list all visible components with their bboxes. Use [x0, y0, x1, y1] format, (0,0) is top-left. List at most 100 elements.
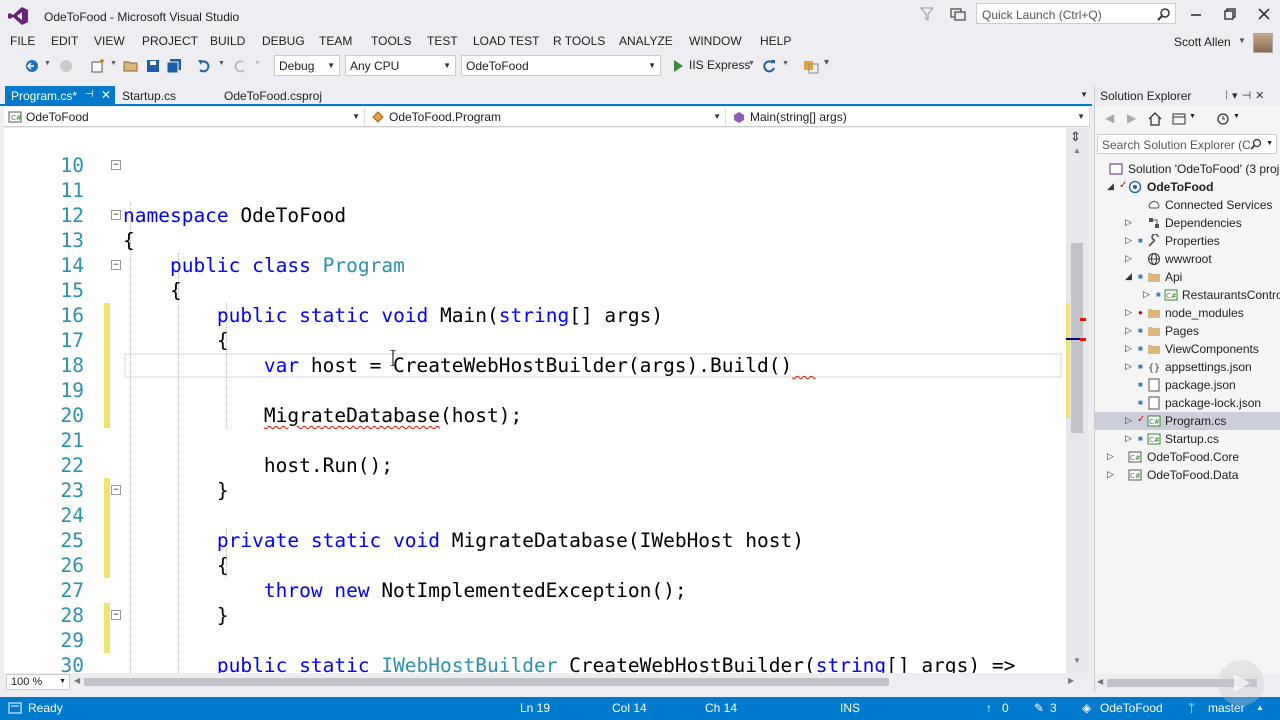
tab-odetofood-csproj[interactable]: OdeToFood.csproj: [218, 86, 338, 106]
tree-item-startup-cs[interactable]: ▷ ■ C# Startup.cs: [1095, 430, 1280, 448]
tree-item-project-odetofood[interactable]: ◢ ✓ OdeToFood: [1095, 178, 1280, 196]
collapsed-arrow-icon[interactable]: ▷: [1107, 451, 1114, 462]
tree-item-solution[interactable]: Solution 'OdeToFood' (3 projects): [1095, 160, 1280, 178]
search-icon[interactable]: [1250, 138, 1262, 150]
chevron-up-icon[interactable]: ▲: [1256, 703, 1264, 712]
tree-item-wwwroot[interactable]: ▷ wwwroot: [1095, 250, 1280, 268]
chevron-down-icon[interactable]: ▼: [1266, 140, 1273, 147]
navigate-back-icon[interactable]: [24, 58, 40, 74]
configuration-select[interactable]: Debug ▼: [274, 55, 340, 76]
pending-changes-count[interactable]: 3: [1050, 701, 1057, 715]
user-name[interactable]: Scott Allen: [1174, 35, 1231, 49]
menu-window[interactable]: WINDOW: [687, 34, 744, 48]
expanded-arrow-icon[interactable]: ◢: [1125, 271, 1132, 282]
solution-search-input[interactable]: Search Solution Explorer (C ▼: [1097, 134, 1277, 154]
menu-file[interactable]: FILE: [8, 34, 37, 48]
chevron-down-icon[interactable]: ▼: [1189, 113, 1196, 120]
collapsed-arrow-icon[interactable]: ▷: [1125, 415, 1132, 426]
chevron-down-icon[interactable]: ▼: [44, 60, 51, 67]
menu-analyze[interactable]: ANALYZE: [617, 34, 675, 48]
tree-item-viewcomponents[interactable]: ▷ ■ ViewComponents: [1095, 340, 1280, 358]
forward-icon[interactable]: ▶: [1127, 111, 1136, 125]
menu-project[interactable]: PROJECT: [140, 34, 200, 48]
menu-team[interactable]: TEAM: [317, 34, 354, 48]
back-icon[interactable]: ◀: [1105, 111, 1114, 125]
avatar[interactable]: [1253, 33, 1273, 53]
notification-filter-icon[interactable]: [920, 7, 934, 21]
menu-test[interactable]: TEST: [425, 34, 460, 48]
tree-item-api[interactable]: ◢ ■ Api: [1095, 268, 1280, 286]
scroll-up-icon[interactable]: ▲: [1073, 146, 1081, 155]
tab-startup-cs[interactable]: Startup.cs: [116, 86, 212, 106]
tree-item-odetofood-data[interactable]: ▷ C# OdeToFood.Data: [1095, 466, 1280, 484]
pencil-icon[interactable]: ✎: [1034, 701, 1044, 715]
collapsed-arrow-icon[interactable]: ▷: [1125, 217, 1132, 228]
pin-icon[interactable]: ⊣: [85, 89, 94, 100]
menu-view[interactable]: VIEW: [92, 34, 127, 48]
repository-name[interactable]: OdeToFood: [1100, 701, 1163, 715]
save-icon[interactable]: [145, 58, 161, 74]
class-nav-select[interactable]: OdeToFood.Program ▼: [367, 108, 726, 126]
tree-item-odetofood-core[interactable]: ▷ C# OdeToFood.Core: [1095, 448, 1280, 466]
project-nav-select[interactable]: C# OdeToFood ▼: [4, 108, 365, 126]
chevron-down-icon[interactable]: ▼: [748, 60, 755, 67]
navigate-forward-icon[interactable]: [58, 58, 74, 74]
refresh-icon[interactable]: [761, 58, 777, 74]
home-icon[interactable]: [1147, 111, 1163, 127]
collapsed-arrow-icon[interactable]: ▷: [1125, 235, 1132, 246]
run-play-icon[interactable]: [670, 58, 686, 74]
minimize-icon[interactable]: [1186, 5, 1206, 23]
toolbar-overflow-icon[interactable]: ▾: [824, 57, 829, 68]
collapsed-arrow-icon[interactable]: ▷: [1143, 289, 1150, 300]
chevron-down-icon[interactable]: ▼: [1233, 113, 1240, 120]
collapsed-arrow-icon[interactable]: ▷: [1125, 307, 1132, 318]
tree-item-connected-services[interactable]: Connected Services: [1095, 196, 1280, 214]
scroll-left-icon[interactable]: ◀: [1097, 677, 1103, 686]
tree-item-dependencies[interactable]: ▷ Dependencies: [1095, 214, 1280, 232]
tab-program-cs[interactable]: Program.cs* ⊣ ✕: [5, 86, 115, 106]
repository-icon[interactable]: ◈: [1082, 701, 1091, 715]
menu-edit[interactable]: EDIT: [49, 34, 80, 48]
scroll-right-icon[interactable]: ▶: [1068, 676, 1074, 685]
history-icon[interactable]: [1215, 111, 1231, 127]
expanded-arrow-icon[interactable]: ◢: [1107, 181, 1114, 192]
member-nav-select[interactable]: Main(string[] args) ▼: [728, 108, 1090, 126]
chevron-down-icon[interactable]: ▼: [1080, 90, 1088, 99]
save-all-icon[interactable]: [166, 58, 182, 74]
tree-item-appsettings[interactable]: ▷ ■ {} appsettings.json: [1095, 358, 1280, 376]
quick-launch-input[interactable]: Quick Launch (Ctrl+Q): [976, 3, 1176, 24]
zoom-select[interactable]: 100 % ▼: [6, 674, 70, 690]
menu-tools[interactable]: TOOLS: [369, 34, 413, 48]
chevron-down-icon[interactable]: ▼: [782, 60, 789, 67]
collapsed-arrow-icon[interactable]: ▷: [1125, 343, 1132, 354]
platform-select[interactable]: Any CPU ▼: [345, 55, 456, 76]
editor-vertical-scrollbar[interactable]: ⇕ ▲ ▼: [1066, 128, 1088, 673]
new-project-icon[interactable]: [90, 58, 106, 74]
chevron-down-icon[interactable]: ▼: [1238, 36, 1246, 45]
collapsed-arrow-icon[interactable]: ▷: [1125, 361, 1132, 372]
collapsed-arrow-icon[interactable]: ▷: [1125, 325, 1132, 336]
tree-item-node-modules[interactable]: ▷ ● node_modules: [1095, 304, 1280, 322]
menu-debug[interactable]: DEBUG: [260, 34, 307, 48]
horizontal-scrollbar-thumb[interactable]: [84, 678, 889, 686]
panel-options-icon[interactable]: ⁞▾⊣✕: [1225, 89, 1268, 102]
tree-item-properties[interactable]: ▷ ■ Properties: [1095, 232, 1280, 250]
tree-item-pages[interactable]: ▷ ■ Pages: [1095, 322, 1280, 340]
scroll-left-icon[interactable]: ◀: [74, 676, 80, 685]
collapsed-arrow-icon[interactable]: ▷: [1107, 469, 1114, 480]
collapsed-arrow-icon[interactable]: ▷: [1125, 253, 1132, 264]
chevron-down-icon[interactable]: ▼: [110, 60, 117, 67]
search-icon[interactable]: [1157, 7, 1171, 21]
close-tab-icon[interactable]: ✕: [101, 88, 111, 102]
open-file-icon[interactable]: [123, 58, 139, 74]
feedback-icon[interactable]: [950, 7, 966, 21]
startup-project-select[interactable]: OdeToFood ▼: [461, 55, 661, 76]
menu-build[interactable]: BUILD: [208, 34, 247, 48]
chevron-down-icon[interactable]: ▼: [218, 60, 225, 67]
branch-icon[interactable]: ᛘ: [1188, 701, 1195, 715]
close-icon[interactable]: [1254, 5, 1274, 23]
arrow-up-icon[interactable]: ↑: [986, 701, 992, 715]
menu-help[interactable]: HELP: [758, 34, 793, 48]
chevron-down-icon[interactable]: ▼: [254, 60, 261, 67]
run-target-label[interactable]: IIS Express: [689, 58, 750, 72]
